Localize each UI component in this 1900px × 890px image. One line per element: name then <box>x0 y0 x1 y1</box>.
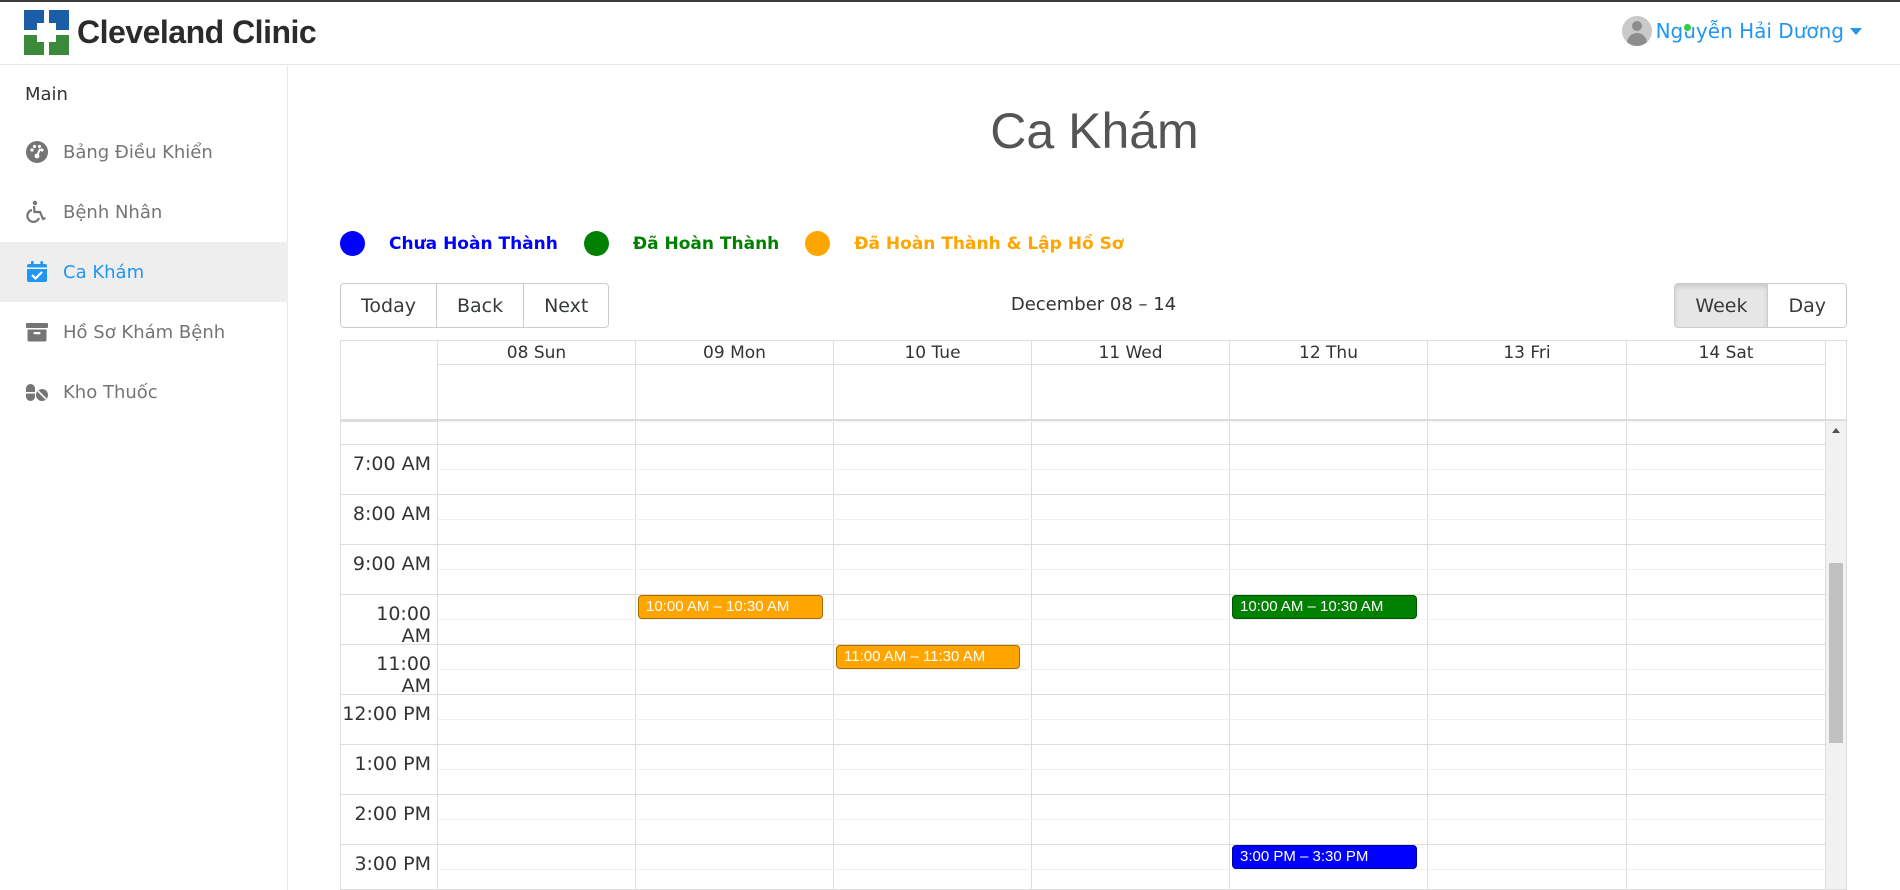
hour-line <box>341 694 1826 695</box>
time-label: 3:00 PM <box>354 853 431 875</box>
next-button[interactable]: Next <box>524 284 609 327</box>
sidebar-item-appointments[interactable]: Ca Khám <box>0 242 288 302</box>
time-label: 11:00 AM <box>376 653 431 697</box>
hour-line <box>341 744 1826 745</box>
hour-line <box>341 544 1826 545</box>
nav-button-group: Today Back Next <box>340 283 610 328</box>
legend-item-completed: Đã Hoàn Thành <box>583 231 780 256</box>
status-dot-icon <box>805 231 831 256</box>
hour-line <box>341 494 1826 495</box>
dashboard-icon <box>25 140 49 164</box>
sidebar-item-label: Kho Thuốc <box>63 381 158 403</box>
time-label: 2:00 PM <box>354 803 431 825</box>
sidebar-item-dashboard[interactable]: Bảng Điều Khiển <box>0 122 288 182</box>
page-title: Ca Khám <box>990 103 1199 159</box>
avatar <box>1621 16 1652 46</box>
hour-line <box>341 444 1826 445</box>
hour-line <box>341 644 1826 645</box>
caret-down-icon <box>1850 27 1862 35</box>
legend-label: Đã Hoàn Thành <box>632 233 780 254</box>
day-header[interactable]: 12 Thu <box>1230 341 1428 419</box>
half-hour-line <box>438 619 1826 620</box>
hour-line <box>341 794 1826 795</box>
appointment-event[interactable]: 10:00 AM – 10:30 AM <box>1232 595 1417 619</box>
time-label: 1:00 PM <box>354 753 431 775</box>
sidebar-section-label: Main <box>25 84 68 105</box>
sidebar-item-label: Ca Khám <box>63 261 145 283</box>
hour-line <box>341 844 1826 845</box>
calendar-header: 08 Sun 09 Mon 10 Tue 11 Wed 12 Thu 13 Fr… <box>341 341 1846 421</box>
status-dot-icon <box>340 231 365 256</box>
appointment-event[interactable]: 11:00 AM – 11:30 AM <box>836 645 1020 669</box>
brand-name: Cleveland Clinic <box>77 14 317 50</box>
half-hour-line <box>438 769 1826 770</box>
status-dot-icon <box>583 231 609 256</box>
half-hour-line <box>438 469 1826 470</box>
time-grid[interactable]: 7:00 AM 8:00 AM 9:00 AM 10:00 AM 11:00 A… <box>341 421 1846 889</box>
calendar-check-icon <box>25 260 49 284</box>
sidebar-item-pharmacy[interactable]: Kho Thuốc <box>0 362 288 422</box>
scrollbar-thumb[interactable] <box>1829 563 1843 743</box>
legend-item-completed-recorded: Đã Hoàn Thành & Lập Hồ Sơ <box>805 231 1124 256</box>
day-header[interactable]: 09 Mon <box>636 341 834 419</box>
status-legend: Chưa Hoàn Thành Đã Hoàn Thành Đã Hoàn Th… <box>340 231 1150 256</box>
time-label: 10:00 AM <box>376 603 431 647</box>
legend-item-pending: Chưa Hoàn Thành <box>340 231 558 256</box>
day-view-button[interactable]: Day <box>1768 284 1846 327</box>
sidebar-item-medical-records[interactable]: Hồ Sơ Khám Bệnh <box>0 302 288 362</box>
time-gutter-header <box>341 341 438 419</box>
sidebar-item-label: Hồ Sơ Khám Bệnh <box>63 321 226 343</box>
wheelchair-icon <box>25 200 49 224</box>
view-button-group: Week Day <box>1674 283 1847 328</box>
brand-logo[interactable]: Cleveland Clinic <box>24 10 317 55</box>
day-header[interactable]: 10 Tue <box>834 341 1032 419</box>
week-view-button[interactable]: Week <box>1675 284 1769 327</box>
appointment-event[interactable]: 10:00 AM – 10:30 AM <box>638 595 823 619</box>
main-content: Ca Khám Chưa Hoàn Thành Đã Hoàn Thành Đã… <box>289 66 1900 890</box>
sidebar-item-label: Bệnh Nhân <box>63 201 163 223</box>
pills-icon <box>25 380 49 404</box>
legend-label: Chưa Hoàn Thành <box>389 233 558 254</box>
back-button[interactable]: Back <box>436 284 525 327</box>
half-hour-line <box>438 669 1826 670</box>
day-header[interactable]: 11 Wed <box>1032 341 1230 419</box>
time-label: 9:00 AM <box>352 553 431 575</box>
half-hour-line <box>438 569 1826 570</box>
half-hour-line <box>438 719 1826 720</box>
calendar-toolbar: December 08 – 14 Today Back Next Week Da… <box>340 283 1847 328</box>
week-calendar: 08 Sun 09 Mon 10 Tue 11 Wed 12 Thu 13 Fr… <box>340 340 1847 890</box>
day-header-label: 08 Sun <box>438 341 635 365</box>
day-header-label: 14 Sat <box>1627 341 1825 365</box>
time-label: 12:00 PM <box>342 703 431 725</box>
legend-label: Đã Hoàn Thành & Lập Hồ Sơ <box>854 233 1124 254</box>
user-menu[interactable]: Nguyễn Hải Dương <box>1621 16 1862 46</box>
hour-line <box>341 594 1826 595</box>
half-hour-line <box>438 519 1826 520</box>
day-header[interactable]: 08 Sun <box>438 341 636 419</box>
half-hour-line <box>438 819 1826 820</box>
sidebar: Main Bảng Điều Khiển Bệnh Nhân Ca Khám H… <box>0 66 288 890</box>
day-header[interactable]: 14 Sat <box>1627 341 1826 419</box>
vertical-scrollbar[interactable] <box>1826 421 1846 889</box>
app-header: Cleveland Clinic Nguyễn Hải Dương <box>0 2 1900 65</box>
archive-icon <box>25 320 49 344</box>
cleveland-clinic-logo-icon <box>24 10 69 55</box>
time-label: 7:00 AM <box>352 453 431 475</box>
day-header[interactable]: 13 Fri <box>1428 341 1627 419</box>
half-hour-line <box>438 869 1826 870</box>
sidebar-item-patients[interactable]: Bệnh Nhân <box>0 182 288 242</box>
day-header-label: 09 Mon <box>636 341 833 365</box>
day-header-label: 13 Fri <box>1428 341 1626 365</box>
today-button[interactable]: Today <box>341 284 437 327</box>
day-header-label: 11 Wed <box>1032 341 1229 365</box>
appointment-event[interactable]: 3:00 PM – 3:30 PM <box>1232 845 1417 869</box>
day-header-label: 10 Tue <box>834 341 1031 365</box>
online-status-icon <box>1683 23 1692 32</box>
sidebar-item-label: Bảng Điều Khiển <box>63 141 213 163</box>
time-label: 8:00 AM <box>352 503 431 525</box>
day-header-label: 12 Thu <box>1230 341 1427 365</box>
scroll-up-icon[interactable] <box>1832 428 1840 433</box>
half-hour-line <box>438 421 1826 422</box>
